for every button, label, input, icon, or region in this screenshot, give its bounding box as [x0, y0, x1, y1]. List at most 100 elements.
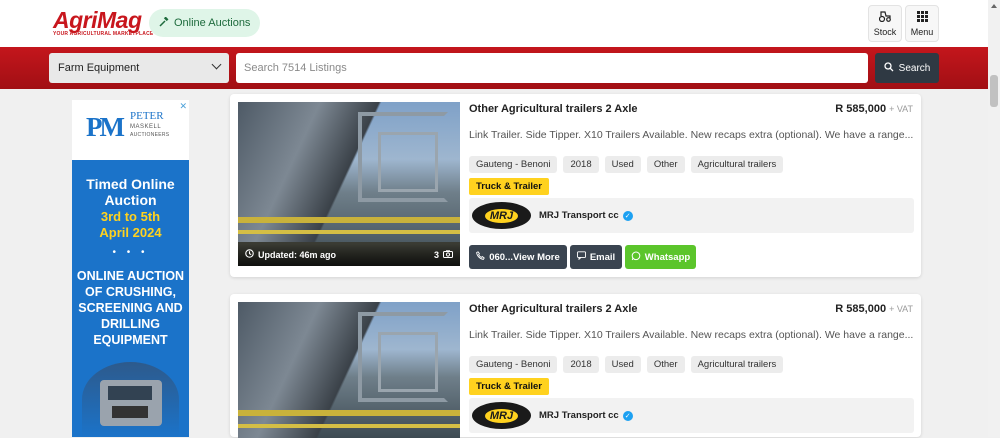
page-scrollbar[interactable] [988, 0, 1000, 437]
tractor-icon [878, 10, 891, 24]
verified-check-icon: ✓ [622, 210, 633, 221]
advert-body: ONLINE AUCTION OF CRUSHING, SCREENING AN… [72, 268, 189, 348]
tag-make: Other [646, 356, 685, 373]
phone-button[interactable]: 060...View More [469, 245, 567, 269]
tag-category: Agricultural trailers [690, 356, 784, 373]
photo-count: 3 [434, 250, 453, 260]
listing-card[interactable]: Updated: 46m ago 3 Other Agricultural tr… [230, 94, 921, 277]
search-button[interactable]: Search [875, 53, 939, 83]
listing-actions: 060...View More Email Whatsapp [469, 245, 696, 269]
grid-icon [916, 10, 928, 24]
listing-tags: Gauteng - Benoni 2018 Used Other Agricul… [469, 156, 784, 173]
verified-check-icon: ✓ [622, 410, 633, 421]
camera-icon [443, 250, 453, 260]
seller-info[interactable]: MRJ MRJ Transport cc ✓ [469, 398, 914, 433]
seller-name[interactable]: MRJ Transport cc [539, 410, 619, 421]
listing-tags: Gauteng - Benoni 2018 Used Other Agricul… [469, 356, 784, 373]
tag-condition: Used [604, 156, 641, 173]
photo-count-value: 3 [433, 250, 439, 260]
tag-location: Gauteng - Benoni [469, 156, 558, 173]
listing-card[interactable]: Other Agricultural trailers 2 Axle R 585… [230, 294, 921, 438]
category-badge: Truck & Trailer [469, 378, 550, 395]
phone-label: 060...View More [489, 251, 560, 263]
photo-trailer-rail [238, 424, 460, 428]
whatsapp-icon [631, 251, 641, 264]
chat-icon [576, 251, 586, 263]
peter-maskell-logo: PM [86, 112, 125, 142]
photo-trailer-rail [238, 217, 460, 223]
truck-window [108, 386, 152, 400]
photo-trailer-frame [378, 132, 438, 192]
truck-grill [112, 406, 148, 418]
category-select-value: Farm Equipment [58, 62, 140, 74]
photo-trailer-frame [378, 332, 438, 392]
advert-body-line: ONLINE AUCTION [76, 269, 185, 283]
listing-photo[interactable]: Updated: 46m ago 3 [238, 102, 460, 266]
tag-year: 2018 [563, 356, 599, 373]
seller-logo-text: MRJ [484, 408, 519, 423]
seller-logo: MRJ [472, 402, 531, 429]
online-auctions-label: Online Auctions [174, 17, 251, 29]
price-value: R 585,000 [835, 303, 887, 315]
photo-trailer-rail [238, 410, 460, 416]
updated-info: Updated: 46m ago [245, 249, 336, 260]
advert-brand-maskell: MASKELL [130, 124, 162, 130]
seller-logo-text: MRJ [484, 208, 519, 223]
stock-label: Stock [873, 26, 897, 37]
updated-label: Updated: 46m ago [258, 249, 337, 260]
advert-date-line: 3rd to 5th [100, 209, 161, 224]
tag-make: Other [646, 156, 685, 173]
category-select[interactable]: Farm Equipment [49, 53, 229, 83]
advert-body-line: EQUIPMENT [93, 333, 168, 347]
vat-label: + VAT [889, 104, 913, 114]
listing-description: Link Trailer. Side Tipper. X10 Trailers … [469, 129, 914, 141]
category-badge: Truck & Trailer [469, 178, 550, 195]
online-auctions-button[interactable]: Online Auctions [149, 9, 261, 37]
advert-truck-image [82, 362, 179, 437]
search-input[interactable] [236, 53, 868, 83]
advert-dots: • • • [112, 247, 149, 258]
email-button[interactable]: Email [570, 245, 622, 269]
agrimag-logo[interactable]: AgriMag YOUR AGRICULTURAL MARKETPLACE [53, 7, 154, 38]
whatsapp-button[interactable]: Whatsapp [625, 245, 696, 269]
search-bar: Farm Equipment Search [0, 47, 988, 89]
gavel-icon [159, 16, 169, 30]
email-label: Email [589, 251, 616, 263]
seller-info[interactable]: MRJ MRJ Transport cc ✓ [469, 198, 914, 233]
advert-body-line: SCREENING AND [78, 301, 183, 315]
auction-advert[interactable]: ✕ PM PETER MASKELL AUCTIONEERS Timed Onl… [72, 100, 189, 437]
listing-price: R 585,000 + VAT [835, 103, 913, 115]
menu-button[interactable]: Menu [905, 5, 939, 42]
advert-body-line: OF CRUSHING, [85, 285, 176, 299]
vat-label: + VAT [889, 304, 913, 314]
seller-name[interactable]: MRJ Transport cc [539, 210, 619, 221]
menu-label: Menu [910, 26, 934, 37]
tag-location: Gauteng - Benoni [469, 356, 558, 373]
listing-photo[interactable] [238, 302, 460, 438]
advert-brand-peter: PETER [130, 110, 164, 122]
logo-text: AgriMag [53, 7, 142, 33]
ad-choices-icon[interactable]: ✕ [179, 101, 187, 112]
advert-title: Timed Online Auction [72, 176, 189, 208]
clock-icon [245, 249, 254, 260]
photo-trailer-rail [238, 230, 460, 234]
advert-date-line: April 2024 [99, 225, 162, 240]
chevron-down-icon [211, 59, 222, 70]
tag-condition: Used [604, 356, 641, 373]
search-button-label: Search [898, 62, 931, 74]
advert-date: 3rd to 5th April 2024 [72, 209, 189, 241]
advert-title-line: Auction [104, 192, 157, 208]
tag-category: Agricultural trailers [690, 156, 784, 173]
scroll-up-arrow-icon[interactable] [991, 4, 997, 8]
listing-description: Link Trailer. Side Tipper. X10 Trailers … [469, 329, 914, 341]
scroll-thumb[interactable] [990, 75, 998, 107]
seller-logo: MRJ [472, 202, 531, 229]
stock-button[interactable]: Stock [868, 5, 902, 42]
listing-title[interactable]: Other Agricultural trailers 2 Axle [469, 103, 638, 115]
logo-tagline: YOUR AGRICULTURAL MARKETPLACE [53, 31, 154, 37]
advert-body-line: DRILLING [100, 317, 161, 331]
advert-header: ✕ PM PETER MASKELL AUCTIONEERS [72, 100, 189, 160]
top-header: AgriMag YOUR AGRICULTURAL MARKETPLACE On… [0, 0, 988, 47]
advert-brand-auctioneers: AUCTIONEERS [130, 132, 170, 138]
listing-title[interactable]: Other Agricultural trailers 2 Axle [469, 303, 638, 315]
